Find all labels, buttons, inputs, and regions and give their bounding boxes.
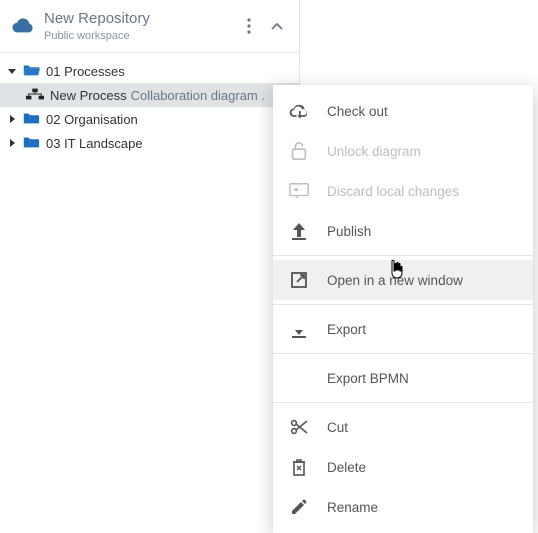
- menu-open-new-window[interactable]: Open in a new window: [273, 260, 533, 300]
- menu-separator: [273, 402, 533, 403]
- tree-folder-organisation[interactable]: 02 Organisation: [0, 107, 299, 131]
- menu-unlock-diagram: Unlock diagram: [273, 131, 533, 171]
- pencil-icon: [289, 497, 309, 517]
- open-external-icon: [289, 270, 309, 290]
- tree-folder-processes[interactable]: 01 Processes: [0, 59, 299, 83]
- download-icon: [289, 319, 309, 339]
- menu-label: Discard local changes: [327, 184, 459, 199]
- menu-label: Publish: [327, 224, 371, 239]
- menu-separator: [273, 304, 533, 305]
- tree-item-new-process[interactable]: New Process Collaboration diagram .: [0, 83, 299, 107]
- tree-label: 01 Processes: [46, 64, 125, 79]
- repository-tree: 01 Processes New Process Collaboration d…: [0, 53, 299, 155]
- menu-rename[interactable]: Rename: [273, 487, 533, 527]
- menu-separator: [273, 353, 533, 354]
- menu-label: Export BPMN: [327, 371, 409, 386]
- menu-cut[interactable]: Cut: [273, 407, 533, 447]
- unlock-icon: [289, 141, 309, 161]
- more-options-button[interactable]: [235, 12, 263, 40]
- caret-down-icon[interactable]: [6, 67, 18, 75]
- repository-title-block: New Repository Public workspace: [44, 10, 235, 42]
- tree-label: 03 IT Landscape: [46, 136, 143, 151]
- tree-label: New Process: [50, 88, 127, 103]
- repository-header: New Repository Public workspace: [0, 0, 299, 53]
- menu-label: Cut: [327, 420, 348, 435]
- folder-icon: [22, 135, 40, 152]
- publish-icon: [289, 221, 309, 241]
- trash-icon: [289, 457, 309, 477]
- menu-label: Delete: [327, 460, 366, 475]
- collapse-button[interactable]: [263, 12, 291, 40]
- menu-check-out[interactable]: Check out: [273, 91, 533, 131]
- menu-label: Check out: [327, 104, 388, 119]
- scissors-icon: [289, 417, 309, 437]
- discard-icon: [289, 181, 309, 201]
- diagram-icon: [26, 88, 44, 103]
- menu-label: Export: [327, 322, 366, 337]
- menu-discard-changes: Discard local changes: [273, 171, 533, 211]
- caret-right-icon[interactable]: [6, 115, 18, 123]
- repository-sidebar: New Repository Public workspace 01 Proce…: [0, 0, 300, 509]
- tree-label: 02 Organisation: [46, 112, 138, 127]
- menu-label: Open in a new window: [327, 273, 463, 288]
- cloud-icon: [12, 17, 34, 36]
- menu-separator: [273, 255, 533, 256]
- folder-icon: [22, 111, 40, 128]
- repository-subtitle: Public workspace: [44, 30, 235, 42]
- repository-title: New Repository: [44, 10, 235, 28]
- tree-folder-it-landscape[interactable]: 03 IT Landscape: [0, 131, 299, 155]
- menu-publish[interactable]: Publish: [273, 211, 533, 251]
- folder-open-icon: [22, 63, 40, 80]
- cloud-download-icon: [289, 101, 309, 121]
- menu-label: Rename: [327, 500, 378, 515]
- tree-sublabel: Collaboration diagram .: [131, 88, 265, 103]
- menu-export-bpmn[interactable]: Export BPMN: [273, 358, 533, 398]
- menu-delete[interactable]: Delete: [273, 447, 533, 487]
- menu-label: Unlock diagram: [327, 144, 421, 159]
- menu-export[interactable]: Export: [273, 309, 533, 349]
- context-menu: Check out Unlock diagram Discard local c…: [273, 85, 533, 533]
- caret-right-icon[interactable]: [6, 139, 18, 147]
